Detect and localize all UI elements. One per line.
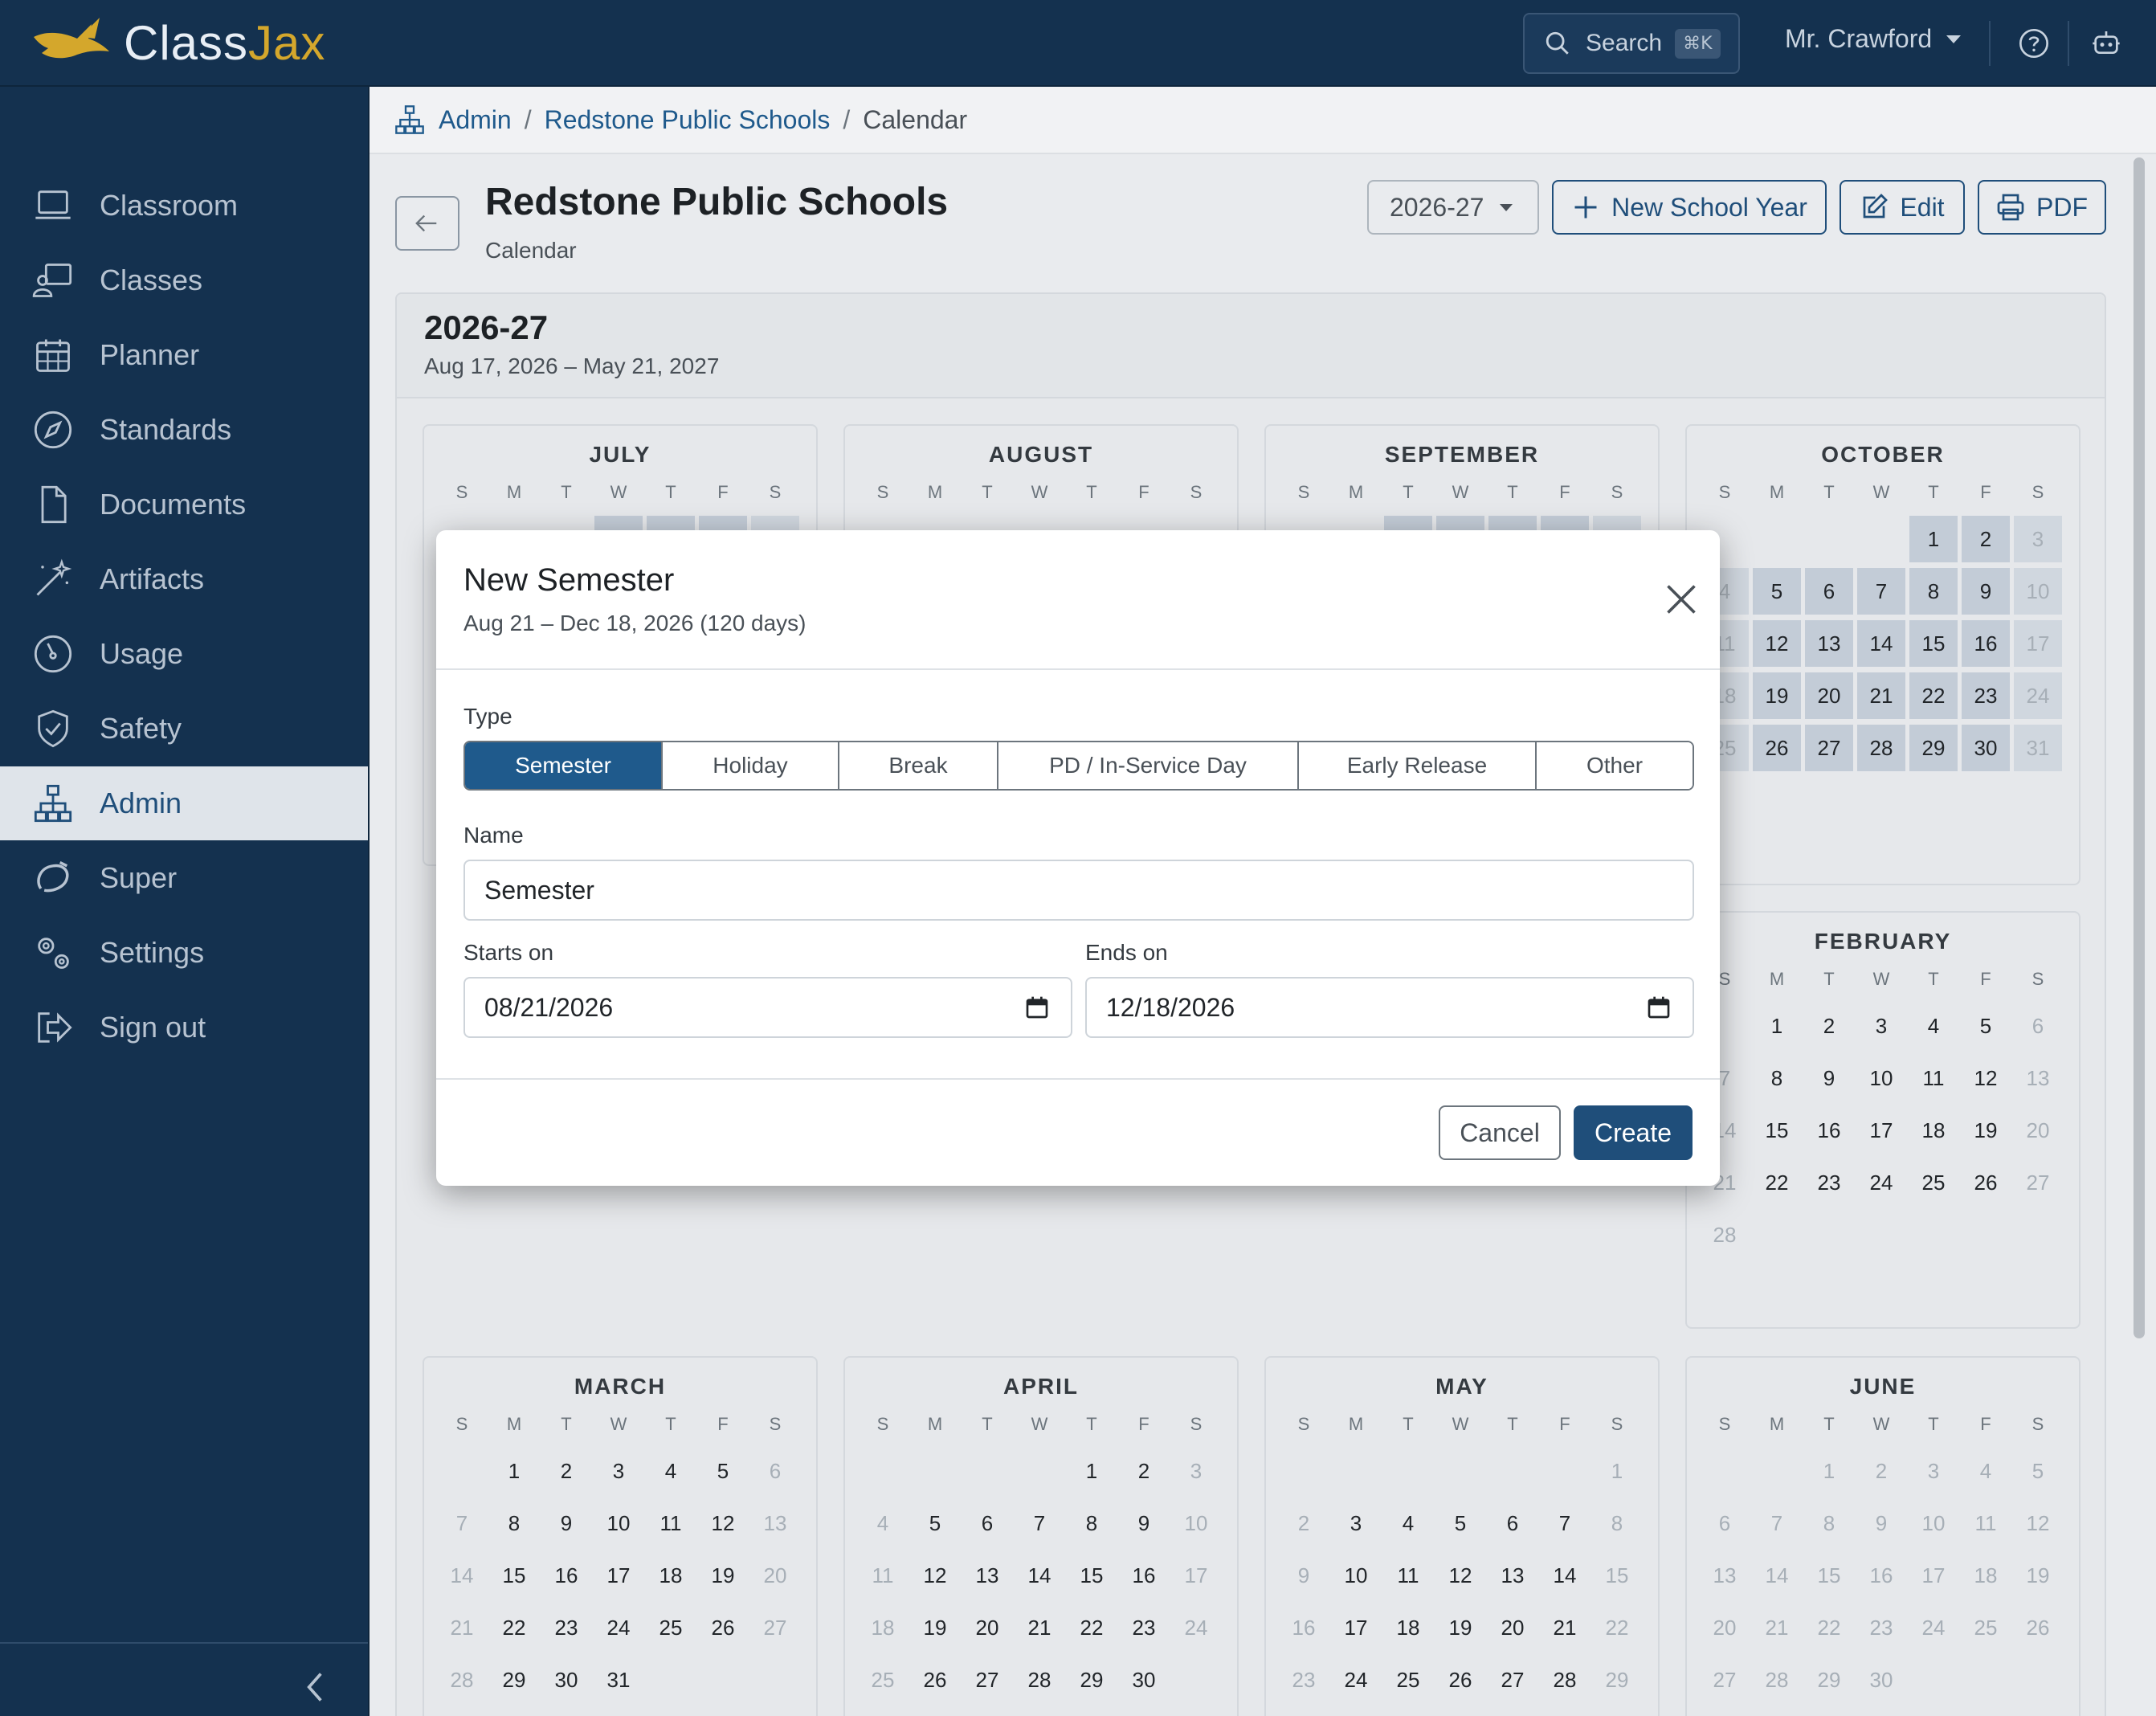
type-segmented-control: Semester Holiday Break PD / In-Service D… — [463, 741, 1694, 791]
cancel-button[interactable]: Cancel — [1439, 1105, 1561, 1160]
ends-on-value: 12/18/2026 — [1106, 992, 1235, 1022]
type-option-other[interactable]: Other — [1537, 742, 1693, 789]
type-option-pd-in-service-day[interactable]: PD / In-Service Day — [998, 742, 1299, 789]
divider — [436, 668, 1720, 670]
name-input[interactable]: Semester — [463, 860, 1694, 921]
starts-on-input[interactable]: 08/21/2026 — [463, 977, 1072, 1038]
close-icon[interactable] — [1664, 582, 1699, 617]
modal-title: New Semester — [463, 562, 675, 598]
starts-on-value: 08/21/2026 — [484, 992, 614, 1022]
name-input-value: Semester — [484, 875, 594, 905]
starts-on-label: Starts on — [463, 940, 554, 965]
type-option-semester[interactable]: Semester — [465, 742, 663, 789]
new-semester-modal: New Semester Aug 21 – Dec 18, 2026 (120 … — [436, 530, 1720, 1186]
type-label: Type — [463, 704, 512, 729]
type-option-early-release[interactable]: Early Release — [1299, 742, 1537, 789]
create-button[interactable]: Create — [1574, 1105, 1693, 1160]
type-option-holiday[interactable]: Holiday — [663, 742, 839, 789]
modal-subtitle: Aug 21 – Dec 18, 2026 (120 days) — [463, 611, 806, 635]
calendar-icon[interactable] — [1024, 995, 1050, 1020]
name-label: Name — [463, 823, 524, 848]
ends-on-label: Ends on — [1085, 940, 1168, 965]
type-option-break[interactable]: Break — [839, 742, 998, 789]
calendar-icon[interactable] — [1646, 995, 1672, 1020]
divider — [436, 1078, 1720, 1080]
ends-on-input[interactable]: 12/18/2026 — [1085, 977, 1694, 1038]
